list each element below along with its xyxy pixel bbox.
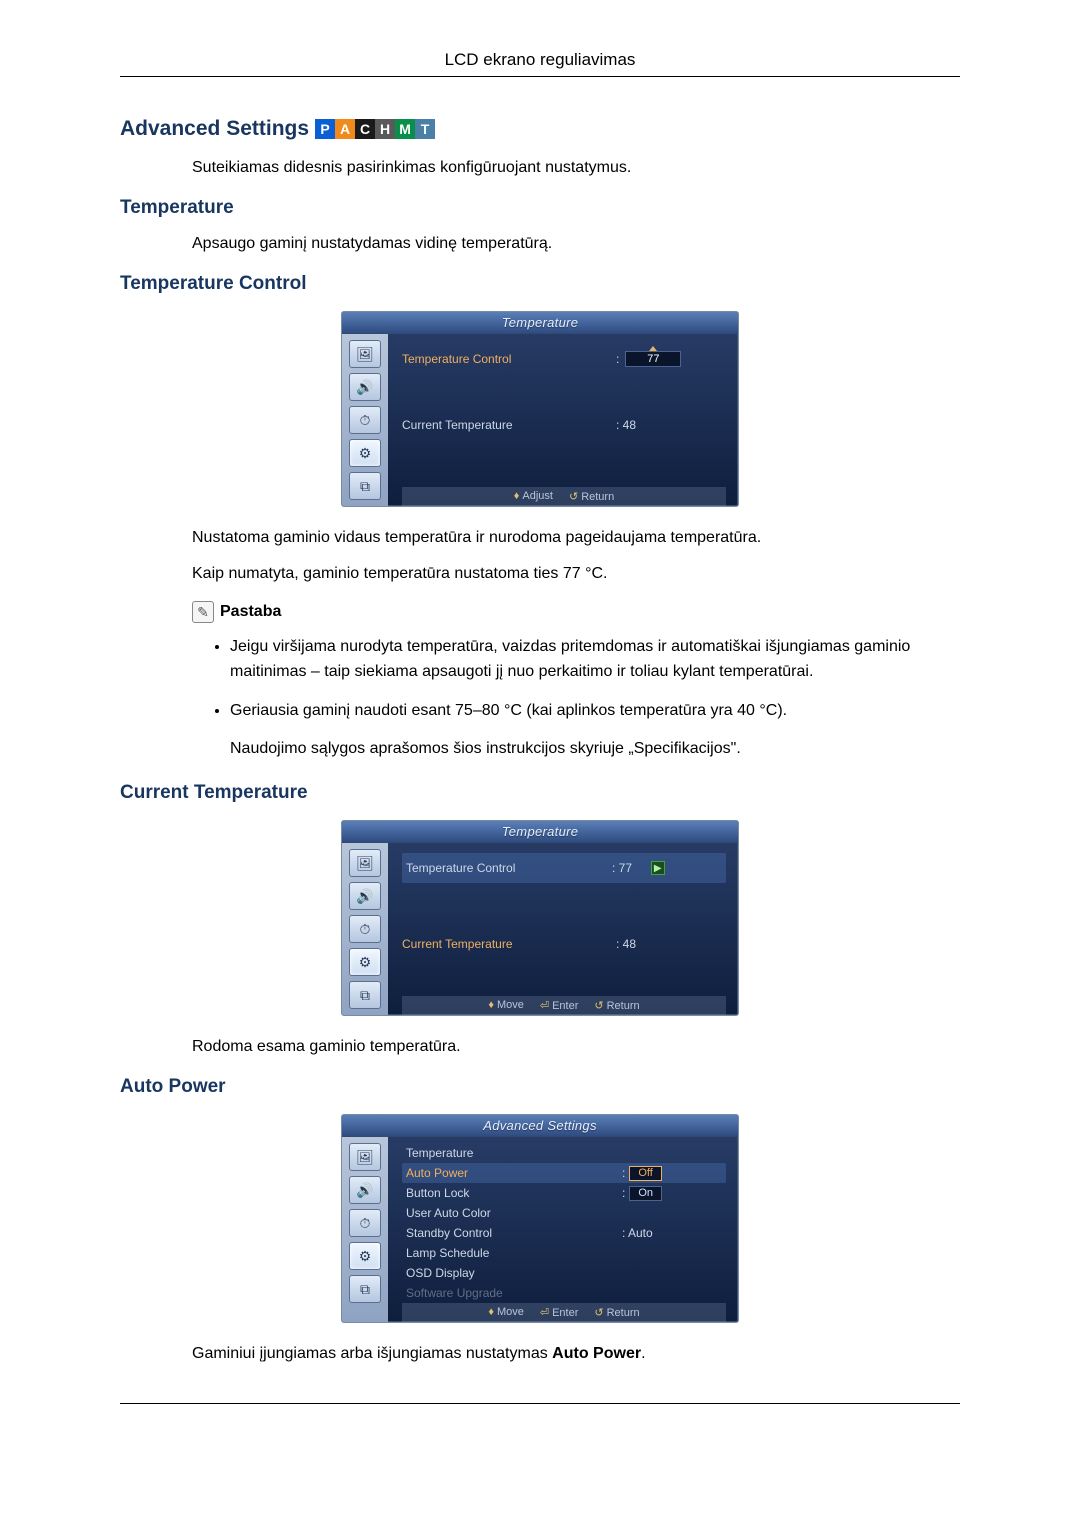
bullet-1: Jeigu viršijama nurodyta temperatūra, va…	[230, 635, 960, 685]
picture-icon: 🖼	[349, 849, 381, 877]
clock-icon: ⏱	[349, 406, 381, 434]
osd3-row-value: : Auto	[622, 1226, 722, 1240]
auto-power-heading: Auto Power	[120, 1076, 960, 1098]
auto-power-bold: Auto Power	[552, 1345, 641, 1362]
picture-icon: 🖼	[349, 1143, 381, 1171]
osd1-current-temp-value: : 48	[616, 418, 726, 432]
note-icon: ✎	[192, 601, 214, 623]
chip-a: A	[335, 119, 355, 139]
osd2-return: Return	[607, 1000, 640, 1012]
chip-m: M	[395, 119, 415, 139]
osd2-footer: ♦Move ⏎Enter ↺Return	[402, 996, 726, 1015]
osd2-sidebar: 🖼 🔊 ⏱ ⚙ ⧉	[342, 843, 388, 1015]
temperature-control-heading: Temperature Control	[120, 273, 960, 295]
osd-temp-control: Temperature 🖼 🔊 ⏱ ⚙ ⧉ Temperature Contro…	[120, 311, 960, 507]
osd3-row-label: Temperature	[406, 1146, 622, 1160]
setup-icon: ⚙	[349, 1242, 381, 1270]
temperature-desc: Apsaugo gaminį nustatydamas vidinę tempe…	[192, 235, 960, 253]
osd2-row-temp-control: Temperature Control : 77 ▶	[402, 853, 726, 883]
advanced-settings-label: Advanced Settings	[120, 117, 309, 141]
osd2-move: Move	[497, 999, 524, 1011]
osd3-row: Standby Control: Auto	[402, 1223, 726, 1243]
osd2-row-current-temp: Current Temperature : 48	[402, 929, 726, 959]
osd3-row-label: Button Lock	[406, 1186, 622, 1200]
osd3-row-label: Lamp Schedule	[406, 1246, 622, 1260]
multi-icon: ⧉	[349, 1275, 381, 1303]
osd2-enter: Enter	[552, 1000, 578, 1012]
osd1-sidebar: 🖼 🔊 ⏱ ⚙ ⧉	[342, 334, 388, 506]
osd3-row: Auto Power: Off	[402, 1163, 726, 1183]
osd3-row: Temperature	[402, 1143, 726, 1163]
osd2-current-temp-label: Current Temperature	[402, 937, 616, 951]
temp-ctrl-para1: Nustatoma gaminio vidaus temperatūra ir …	[192, 529, 960, 547]
auto-power-para: Gaminiui įjungiamas arba išjungiamas nus…	[192, 1345, 960, 1363]
chip-p: P	[315, 119, 335, 139]
chip-t: T	[415, 119, 435, 139]
osd3-row-label: OSD Display	[406, 1266, 622, 1280]
bullet-2: Geriausia gaminį naudoti esant 75–80 °C …	[230, 699, 960, 763]
osd2-current-temp-value: : 48	[616, 937, 726, 951]
osd1-temp-control-value: 77	[625, 351, 681, 367]
advanced-settings-desc: Suteikiamas didesnis pasirinkimas konfig…	[192, 159, 960, 177]
osd1-adjust: Adjust	[522, 490, 553, 502]
bullet-list: Jeigu viršijama nurodyta temperatūra, va…	[230, 635, 960, 762]
osd3-row-label: Software Upgrade	[406, 1286, 622, 1300]
osd3-row: Software Upgrade	[402, 1283, 726, 1303]
osd3-row: User Auto Color	[402, 1203, 726, 1223]
picture-icon: 🖼	[349, 340, 381, 368]
current-temp-para: Rodoma esama gaminio temperatūra.	[192, 1038, 960, 1056]
sound-icon: 🔊	[349, 1176, 381, 1204]
osd3-sidebar: 🖼 🔊 ⏱ ⚙ ⧉	[342, 1137, 388, 1322]
osd1-return: Return	[581, 491, 614, 503]
clock-icon: ⏱	[349, 915, 381, 943]
clock-icon: ⏱	[349, 1209, 381, 1237]
advanced-settings-heading: Advanced Settings P A C H M T	[120, 117, 960, 141]
note-row: ✎ Pastaba	[192, 601, 960, 623]
setup-icon: ⚙	[349, 948, 381, 976]
sound-icon: 🔊	[349, 373, 381, 401]
osd1-footer: ♦Adjust ↺Return	[402, 487, 726, 506]
current-temperature-heading: Current Temperature	[120, 782, 960, 804]
osd3-row: OSD Display	[402, 1263, 726, 1283]
temp-ctrl-para2: Kaip numatyta, gaminio temperatūra nusta…	[192, 565, 960, 583]
mode-chips: P A C H M T	[315, 119, 435, 139]
osd3-row-value: : On	[622, 1186, 722, 1201]
footer-rule	[120, 1403, 960, 1404]
right-arrow-icon: ▶	[651, 861, 665, 875]
chip-c: C	[355, 119, 375, 139]
osd3-row: Lamp Schedule	[402, 1243, 726, 1263]
osd2-temp-control-value: : 77	[612, 861, 632, 875]
osd3-row: Button Lock: On	[402, 1183, 726, 1203]
multi-icon: ⧉	[349, 472, 381, 500]
osd3-row-value: : Off	[622, 1166, 722, 1181]
osd1-row-current-temp: Current Temperature : 48	[402, 410, 726, 440]
osd3-row-label: Standby Control	[406, 1226, 622, 1240]
osd1-temp-control-label: Temperature Control	[402, 352, 616, 366]
osd2-temp-control-label: Temperature Control	[406, 861, 612, 875]
chip-h: H	[375, 119, 395, 139]
osd3-title: Advanced Settings	[342, 1115, 738, 1137]
osd3-row-label: Auto Power	[406, 1166, 622, 1180]
osd-advanced-settings: Advanced Settings 🖼 🔊 ⏱ ⚙ ⧉ Temperature A…	[120, 1114, 960, 1323]
setup-icon: ⚙	[349, 439, 381, 467]
osd3-footer: ♦Move⏎Enter↺Return	[402, 1303, 726, 1322]
osd1-current-temp-label: Current Temperature	[402, 418, 616, 432]
multi-icon: ⧉	[349, 981, 381, 1009]
osd2-title: Temperature	[342, 821, 738, 843]
osd-current-temp: Temperature 🖼 🔊 ⏱ ⚙ ⧉ Temperature Contro…	[120, 820, 960, 1016]
osd1-row-temp-control: Temperature Control : 77	[402, 344, 726, 374]
osd3-row-label: User Auto Color	[406, 1206, 622, 1220]
page-header: LCD ekrano reguliavimas	[120, 50, 960, 77]
temperature-heading: Temperature	[120, 197, 960, 219]
bullet-2-sub: Naudojimo sąlygos aprašomos šios instruk…	[230, 737, 960, 762]
sound-icon: 🔊	[349, 882, 381, 910]
osd1-title: Temperature	[342, 312, 738, 334]
note-label: Pastaba	[220, 603, 281, 621]
